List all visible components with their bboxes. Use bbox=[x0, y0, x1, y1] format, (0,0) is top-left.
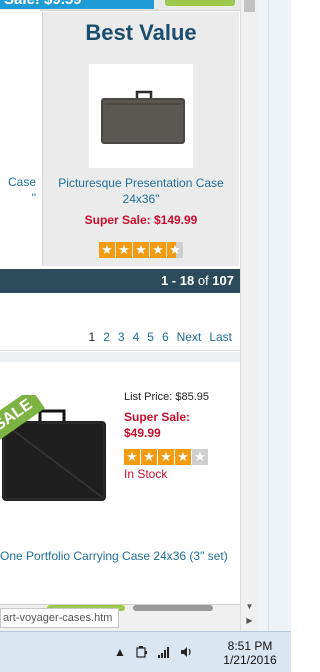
product2-name[interactable]: One Portfolio Carrying Case 24x36 (3" se… bbox=[0, 547, 236, 565]
top-green-button[interactable] bbox=[165, 0, 235, 6]
scroll-down-arrow-icon[interactable]: ▼ bbox=[241, 600, 258, 614]
volume-icon bbox=[181, 647, 191, 657]
best-value-product-name[interactable]: Picturesque Presentation Case 24x36" bbox=[43, 175, 239, 207]
left-product-name[interactable]: Case " bbox=[0, 174, 36, 206]
top-sale-label[interactable]: Sale! $9.59 bbox=[0, 0, 154, 9]
product2-info: List Price: $85.95 Super Sale: $49.99 ★ … bbox=[124, 391, 240, 481]
product2-list-price: List Price: $85.95 bbox=[124, 391, 209, 403]
best-value-title: Best Value bbox=[85, 20, 197, 45]
left-product-card: Case " bbox=[0, 10, 40, 266]
browser-status-bar: art-voyager-cases.htm bbox=[0, 604, 240, 631]
star-icon: ★ bbox=[141, 449, 157, 465]
page-4-link[interactable]: 4 bbox=[133, 330, 140, 344]
section-divider bbox=[0, 350, 240, 351]
product2-stock-status: In Stock bbox=[124, 467, 168, 481]
empty-star-icon: ★ bbox=[192, 449, 208, 465]
product2-sale-amount: $49.99 bbox=[124, 426, 161, 440]
clock-time: 8:51 PM bbox=[227, 639, 273, 653]
best-value-card: Best Value Picturesque Presentation Case… bbox=[42, 12, 239, 266]
star-icon: ★ bbox=[116, 242, 132, 258]
vertical-scrollbar[interactable]: ▼ ▶ bbox=[240, 0, 258, 631]
product2-sale-label: Super Sale: bbox=[124, 410, 191, 424]
page-1-link[interactable]: 1 bbox=[89, 330, 96, 344]
listing-header-strip bbox=[0, 352, 240, 362]
show-hidden-icons-icon[interactable]: ▲ bbox=[112, 644, 128, 660]
left-product-name-line1[interactable]: Case bbox=[0, 174, 36, 190]
results-count-bar: 1 - 18 of 107 bbox=[0, 269, 240, 293]
network-signal-icon[interactable] bbox=[156, 644, 172, 660]
page-6-link[interactable]: 6 bbox=[162, 330, 169, 344]
power-icon[interactable] bbox=[134, 644, 150, 660]
next-page-link[interactable]: Next bbox=[177, 330, 202, 344]
page-3-link[interactable]: 3 bbox=[118, 330, 125, 344]
star-icon: ★ bbox=[133, 242, 149, 258]
status-url: art-voyager-cases.htm bbox=[0, 608, 120, 628]
scroll-right-arrow-icon[interactable]: ▶ bbox=[241, 614, 258, 628]
results-count: 1 - 18 of 107 bbox=[161, 269, 234, 293]
clock-date: 1/21/2016 bbox=[223, 653, 277, 667]
desktop-edge bbox=[258, 0, 291, 631]
results-total: 107 bbox=[212, 273, 234, 288]
page-5-link[interactable]: 5 bbox=[147, 330, 154, 344]
status-gray-button[interactable] bbox=[133, 605, 213, 611]
power-icon bbox=[136, 646, 147, 658]
scrollbar-thumb[interactable] bbox=[244, 0, 255, 12]
pagination: 1 2 3 4 5 6 Next Last bbox=[89, 330, 233, 344]
left-product-name-line2[interactable]: " bbox=[0, 190, 36, 206]
results-of-label: of bbox=[197, 273, 209, 288]
product2-rating: ★ ★ ★ ★ ★ bbox=[124, 449, 240, 465]
results-range: 1 - 18 bbox=[160, 273, 195, 288]
volume-icon[interactable] bbox=[178, 644, 194, 660]
taskbar: ▲ 8:51 PM 1/21/2016 bbox=[0, 631, 291, 672]
star-icon: ★ bbox=[124, 449, 140, 465]
star-icon: ★ bbox=[150, 242, 166, 258]
star-icon: ★ bbox=[99, 242, 115, 258]
taskbar-clock[interactable]: 8:51 PM 1/21/2016 bbox=[212, 639, 288, 667]
webpage-viewport: Sale! $9.59 Case " Best Value Picturesqu… bbox=[0, 0, 240, 631]
best-value-product-image[interactable] bbox=[89, 64, 193, 168]
best-value-price: Super Sale: $149.99 bbox=[84, 213, 198, 227]
star-icon: ★ bbox=[158, 449, 174, 465]
desktop-edge-line bbox=[268, 0, 269, 631]
last-page-link[interactable]: Last bbox=[209, 330, 232, 344]
half-star-icon: ★ bbox=[167, 242, 183, 258]
star-icon: ★ bbox=[175, 449, 191, 465]
best-value-rating: ★ ★ ★ ★ ★ bbox=[99, 242, 183, 258]
product2-sale-price: Super Sale: $49.99 bbox=[124, 409, 240, 441]
page-2-link[interactable]: 2 bbox=[103, 330, 110, 344]
portfolio-case-icon bbox=[101, 90, 185, 144]
network-signal-icon bbox=[158, 647, 169, 658]
product2-image[interactable]: SALE bbox=[0, 395, 118, 515]
system-tray: ▲ bbox=[112, 644, 194, 660]
